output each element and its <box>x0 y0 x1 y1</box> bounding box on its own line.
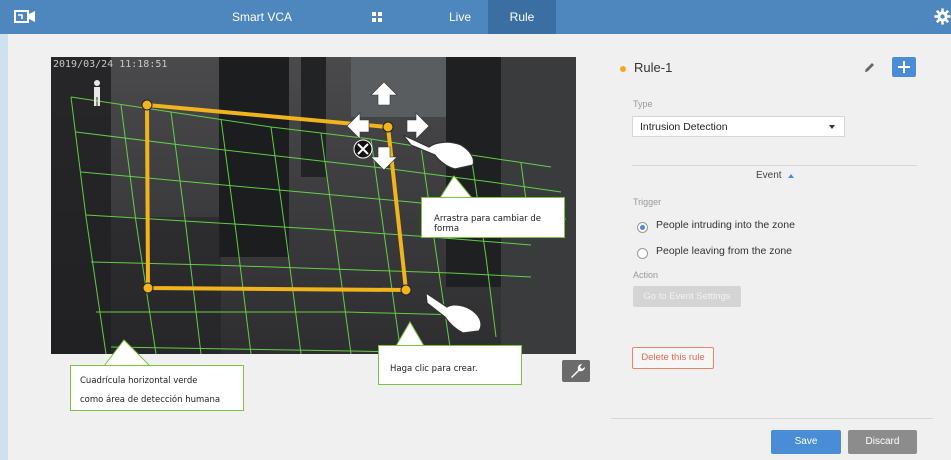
action-label: Action <box>633 270 659 280</box>
tab-rule[interactable]: Rule <box>488 0 556 34</box>
camera-logo-icon[interactable] <box>14 9 36 25</box>
rule-status-dot <box>620 66 626 72</box>
video-timestamp: 2019/03/24 11:18:51 <box>53 59 168 70</box>
plus-icon <box>898 61 910 73</box>
discard-button[interactable]: Discard <box>848 430 917 454</box>
callout-grid-line2: como área de detección humana <box>80 395 221 405</box>
nav-smart-vca[interactable]: Smart VCA <box>232 0 292 34</box>
close-icon[interactable] <box>353 139 373 159</box>
type-label: Type <box>633 99 653 109</box>
trigger-label: Trigger <box>633 197 662 207</box>
chevron-up-icon[interactable] <box>788 174 794 178</box>
add-rule-button[interactable] <box>892 57 916 77</box>
grid-icon[interactable] <box>372 12 382 22</box>
go-to-event-settings-button[interactable]: Go to Event Settings <box>633 286 741 307</box>
callout-drag-text: Arrastra para cambiar de forma <box>434 214 541 234</box>
radio-people-intruding[interactable] <box>637 222 648 233</box>
callout-click-text: Haga clic para crear. <box>390 364 478 374</box>
wrench-icon <box>571 364 585 378</box>
callout-drag-to-reshape: Arrastra para cambiar de forma <box>421 197 565 238</box>
type-select[interactable]: Intrusion Detection <box>632 116 845 137</box>
callout-click-to-create: Haga clic para crear. <box>378 345 522 385</box>
chevron-down-icon <box>829 125 835 129</box>
pencil-icon[interactable] <box>864 61 876 73</box>
radio-label-intruding[interactable]: People intruding into the zone <box>656 219 795 231</box>
callout-green-grid: Cuadrícula horizontal verde como área de… <box>70 365 244 411</box>
top-nav-bar: Smart VCA Live Rule <box>0 0 951 34</box>
divider <box>611 418 933 419</box>
callout-grid-line1: Cuadrícula horizontal verde <box>80 376 198 386</box>
tab-live[interactable]: Live <box>440 0 480 34</box>
save-button[interactable]: Save <box>771 430 841 454</box>
divider <box>632 165 917 166</box>
event-section-toggle[interactable]: Event <box>756 170 782 181</box>
settings-tool-button[interactable] <box>562 360 590 382</box>
radio-people-leaving[interactable] <box>637 248 648 259</box>
type-select-value: Intrusion Detection <box>640 121 728 133</box>
radio-label-leaving[interactable]: People leaving from the zone <box>656 245 792 257</box>
rule-title[interactable]: Rule-1 <box>634 60 672 75</box>
gear-icon[interactable] <box>934 8 951 25</box>
delete-rule-button[interactable]: Delete this rule <box>632 347 714 369</box>
